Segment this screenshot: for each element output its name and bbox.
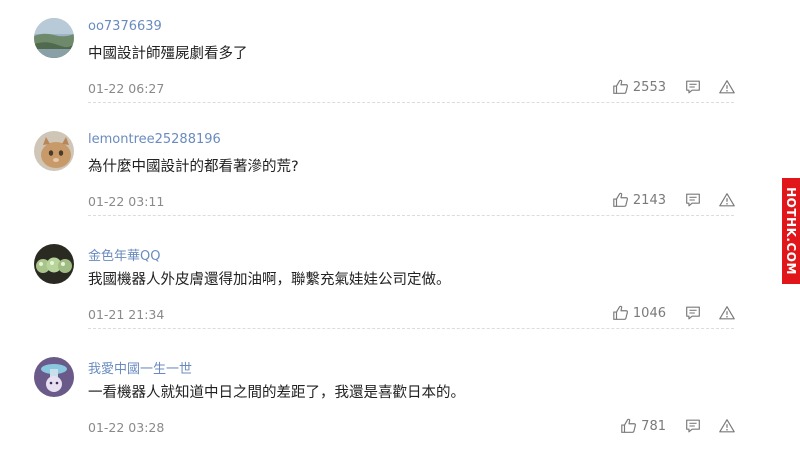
avatar[interactable] [34, 244, 74, 284]
warning-icon [719, 80, 735, 94]
comment-text: 我國機器人外皮膚還得加油啊，聯繫充氣娃娃公司定做。 [88, 272, 451, 288]
side-tab-hothk[interactable]: HOTHK.COM [782, 178, 800, 284]
cartoon-avatar-icon [34, 357, 74, 397]
comment-icon [686, 80, 700, 94]
comment-list-page: oo7376639 中國設計師殭屍劇看多了 01-22 06:27 2553 l… [0, 0, 800, 463]
comment-text: 中國設計師殭屍劇看多了 [88, 46, 248, 62]
username[interactable]: oo7376639 [88, 19, 162, 34]
like-count: 2143 [632, 192, 666, 208]
thumbs-up-icon [613, 192, 628, 207]
thumbs-up-icon [613, 79, 628, 94]
side-tab-label: HOTHK.COM [784, 187, 798, 275]
warning-icon [719, 419, 735, 433]
divider [88, 328, 734, 329]
comment-icon [686, 419, 700, 433]
like-button[interactable]: 2143 [612, 191, 666, 209]
reply-button[interactable] [684, 191, 702, 209]
thumbs-up-icon [613, 305, 628, 320]
comment-time: 01-21 21:34 [88, 307, 165, 322]
comment-time: 01-22 03:28 [88, 420, 165, 435]
report-button[interactable] [718, 191, 736, 209]
comment-time: 01-22 06:27 [88, 81, 165, 96]
comment-actions: 1046 [612, 302, 736, 324]
username[interactable]: lemontree25288196 [88, 132, 221, 147]
report-button[interactable] [718, 417, 736, 435]
comment-icon [686, 193, 700, 207]
username[interactable]: 我愛中國一生一世 [88, 358, 192, 377]
warning-icon [719, 306, 735, 320]
report-button[interactable] [718, 78, 736, 96]
reply-button[interactable] [684, 417, 702, 435]
like-count: 781 [641, 418, 666, 434]
comment-actions: 2553 [612, 76, 736, 98]
comment-text: 為什麼中國設計的都看著滲的荒? [88, 159, 299, 175]
cat-avatar-icon [34, 131, 74, 171]
warning-icon [719, 193, 735, 207]
like-button[interactable]: 1046 [612, 304, 666, 322]
spheres-avatar-icon [34, 244, 74, 284]
like-button[interactable]: 781 [620, 417, 666, 435]
comment-actions: 2143 [612, 189, 736, 211]
avatar[interactable] [34, 357, 74, 397]
like-count: 2553 [632, 79, 666, 95]
comment-time: 01-22 03:11 [88, 194, 165, 209]
username[interactable]: 金色年華QQ [88, 245, 160, 264]
like-button[interactable]: 2553 [612, 78, 666, 96]
thumbs-up-icon [621, 418, 637, 433]
comment-icon [686, 306, 700, 320]
like-count: 1046 [632, 305, 666, 321]
divider [88, 102, 734, 103]
landscape-avatar-icon [34, 18, 74, 58]
reply-button[interactable] [684, 78, 702, 96]
divider [88, 215, 734, 216]
comment-actions: 781 [620, 415, 736, 437]
report-button[interactable] [718, 304, 736, 322]
avatar[interactable] [34, 18, 74, 58]
avatar[interactable] [34, 131, 74, 171]
reply-button[interactable] [684, 304, 702, 322]
comment-text: 一看機器人就知道中日之間的差距了，我還是喜歡日本的。 [88, 385, 465, 401]
